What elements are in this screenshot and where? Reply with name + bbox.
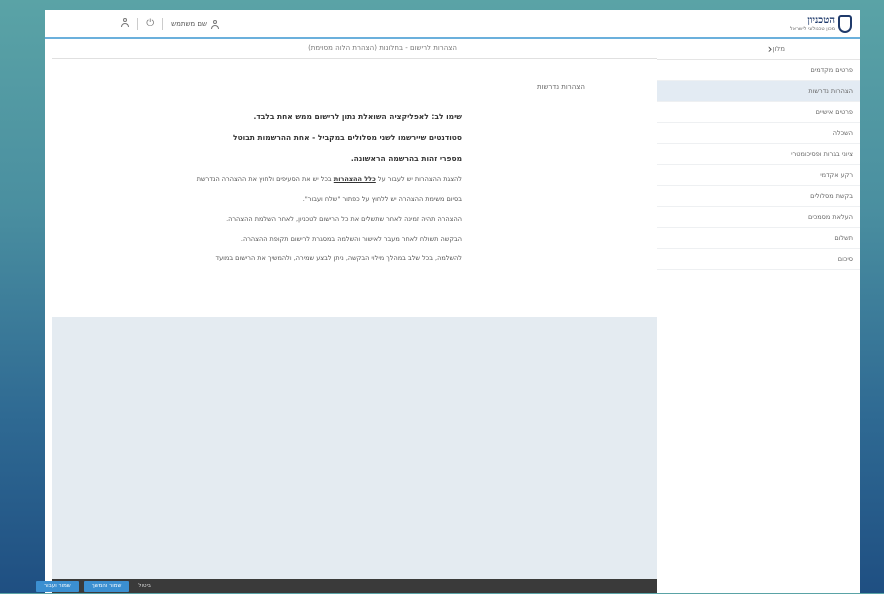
user-name: שם משתמש bbox=[171, 20, 207, 28]
technion-logo[interactable]: הטכניון מכון טכנולוגי לישראל bbox=[790, 13, 852, 35]
instruction-paragraph: בסיום משימת ההצהרה יש ללחוץ על כפתור "של… bbox=[302, 195, 462, 204]
sidebar-item-academic-background[interactable]: רקע אקדמי bbox=[657, 165, 860, 186]
sidebar-item-declarations[interactable]: הצהרות נדרשות bbox=[657, 81, 860, 102]
sidebar-item-education[interactable]: השכלה bbox=[657, 123, 860, 144]
main-content: הצהרות לרישום - בחלונות (הצהרת הלוה מסוי… bbox=[52, 39, 657, 579]
section-title: הצהרות נדרשות bbox=[536, 83, 585, 91]
bottom-actions: שמור ועבור שמור והמשך ביטול bbox=[32, 578, 155, 594]
notice-paragraph: סטודנטים שיירשמו לשני מסלולים במקביל - א… bbox=[233, 133, 462, 143]
toolbar-divider bbox=[162, 18, 164, 30]
sidebar-header: מלון ‹ bbox=[657, 39, 860, 60]
bottom-action-bar: שמור ועבור שמור והמשך ביטול bbox=[36, 579, 657, 593]
user-menu[interactable]: שם משתמש bbox=[163, 19, 227, 29]
toolbar-divider bbox=[137, 18, 139, 30]
sidebar-item-summary[interactable]: סיכום bbox=[657, 249, 860, 270]
instruction-paragraph: להשלמה, בכל שלב במהלך מילוי הבקשה, ניתן … bbox=[215, 254, 462, 263]
notice-paragraph: מספרי זהות בהרשמה הראשונה. bbox=[350, 154, 462, 164]
save-continue-button[interactable]: שמור והמשך bbox=[83, 580, 130, 592]
instruction-text: להצגת ההצהרות יש לעבור על bbox=[377, 175, 462, 184]
all-declarations-link[interactable]: כלל ההצהרות bbox=[334, 175, 376, 183]
cancel-button[interactable]: ביטול bbox=[134, 581, 155, 592]
sidebar-item-tracks[interactable]: בקשת מסלולים bbox=[657, 186, 860, 207]
user-toolbar: שם משתמש ⏻ bbox=[48, 13, 275, 35]
sidebar-item-personal-details[interactable]: פרטים אישיים bbox=[657, 102, 860, 123]
chevron-left-icon[interactable]: ‹ bbox=[768, 43, 773, 55]
user-icon bbox=[211, 19, 219, 29]
app-window: הטכניון מכון טכנולוגי לישראל שם משתמש ⏻ … bbox=[36, 10, 860, 593]
sidebar-nav: מלון ‹ פרטים מקדמים הצהרות נדרשות פרטים … bbox=[657, 39, 860, 593]
logo-subtitle: מכון טכנולוגי לישראל bbox=[789, 26, 835, 32]
declarations-text: שימו לב: לאפליקציה השואלת נתון לרישום ממ… bbox=[132, 112, 462, 274]
instruction-suffix: בכל יש את הסעיפים ולחוץ את ההצהרה הנדרשת bbox=[196, 175, 332, 184]
sidebar-item-preliminary[interactable]: פרטים מקדמים bbox=[657, 60, 860, 81]
top-bar: הטכניון מכון טכנולוגי לישראל שם משתמש ⏻ bbox=[45, 10, 860, 39]
instruction-paragraph: להצגת ההצהרות יש לעבור על כלל ההצהרות בכ… bbox=[132, 175, 462, 184]
sidebar-item-documents[interactable]: העלאת מסמכים bbox=[657, 207, 860, 228]
logo-emblem-icon bbox=[838, 15, 852, 33]
logo-title: הטכניון bbox=[807, 15, 835, 26]
breadcrumb: הצהרות לרישום - בחלונות (הצהרת הלוה מסוי… bbox=[52, 39, 657, 59]
sidebar-item-payment[interactable]: תשלום bbox=[657, 228, 860, 249]
person-icon[interactable] bbox=[113, 18, 137, 30]
notice-paragraph: שימו לב: לאפליקציה השואלת נתון לרישום ממ… bbox=[253, 112, 462, 121]
sidebar-item-grades[interactable]: ציוני בגרות ופסיכומטרי bbox=[657, 144, 860, 165]
power-icon[interactable]: ⏻ bbox=[138, 19, 162, 29]
declarations-panel: הצהרות נדרשות שימו לב: לאפליקציה השואלת … bbox=[52, 59, 657, 317]
instruction-paragraph: ההצהרה תהיה זמינה לאחר שתשלים את כל הריש… bbox=[226, 214, 462, 223]
logo-text: הטכניון מכון טכנולוגי לישראל bbox=[790, 16, 835, 32]
submit-button[interactable]: שמור ועבור bbox=[36, 580, 79, 592]
sidebar-header-label: מלון bbox=[772, 45, 785, 53]
instruction-paragraph: הבקשה תשולח לאחר מעבר לאישור והשלמה במסג… bbox=[240, 234, 462, 243]
